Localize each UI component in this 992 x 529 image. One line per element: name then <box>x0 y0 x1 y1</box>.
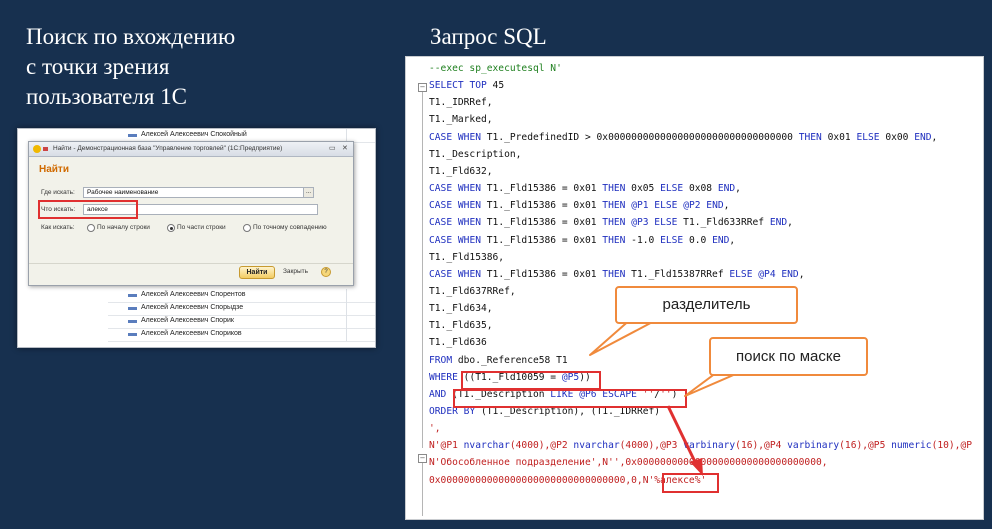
mask-callout: поиск по маске <box>709 337 868 376</box>
separator-callout: разделитель <box>615 286 798 324</box>
callout-pointers <box>589 317 746 476</box>
